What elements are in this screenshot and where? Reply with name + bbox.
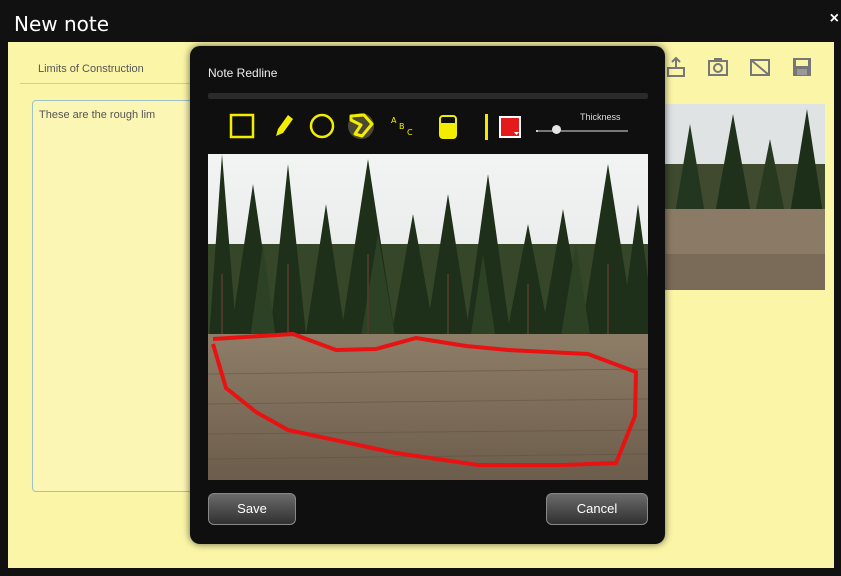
camera-icon[interactable] [707,56,729,78]
redline-dialog: Note Redline A B C Thickness Save Cancel [190,46,665,544]
subject-field[interactable]: Limits of Construction [20,55,200,84]
color-picker-icon[interactable] [496,112,526,140]
svg-text:C: C [407,128,413,137]
no-image-icon[interactable] [749,56,771,78]
save-disk-icon[interactable] [791,56,813,78]
redline-photo-canvas[interactable] [208,154,648,480]
highlighter-icon[interactable] [433,112,463,140]
thickness-slider-handle[interactable] [551,125,561,134]
window-title: New note [14,12,110,36]
pencil-icon[interactable] [268,112,298,140]
redline-toolbar: A B C Thickness [228,108,648,142]
cancel-button[interactable]: Cancel [546,493,648,525]
dialog-title: Note Redline [208,66,278,80]
polygon-icon[interactable] [346,112,376,140]
rectangle-icon[interactable] [228,112,258,140]
share-icon[interactable] [665,56,687,78]
toolbar-separator [485,114,488,140]
attached-photo-thumbnail[interactable] [665,104,825,290]
svg-text:B: B [399,122,405,131]
note-body-text: These are the rough lim [39,109,156,121]
dialog-divider [208,93,648,99]
save-button[interactable]: Save [208,493,296,525]
note-body-field[interactable]: These are the rough lim [32,100,204,492]
subject-text: Limits of Construction [38,63,144,75]
text-icon[interactable]: A B C [388,112,418,140]
circle-icon[interactable] [308,112,338,140]
thickness-label: Thickness [580,112,621,122]
close-icon[interactable]: × [830,10,839,28]
note-toolbar [665,56,813,78]
svg-text:A: A [391,116,397,125]
